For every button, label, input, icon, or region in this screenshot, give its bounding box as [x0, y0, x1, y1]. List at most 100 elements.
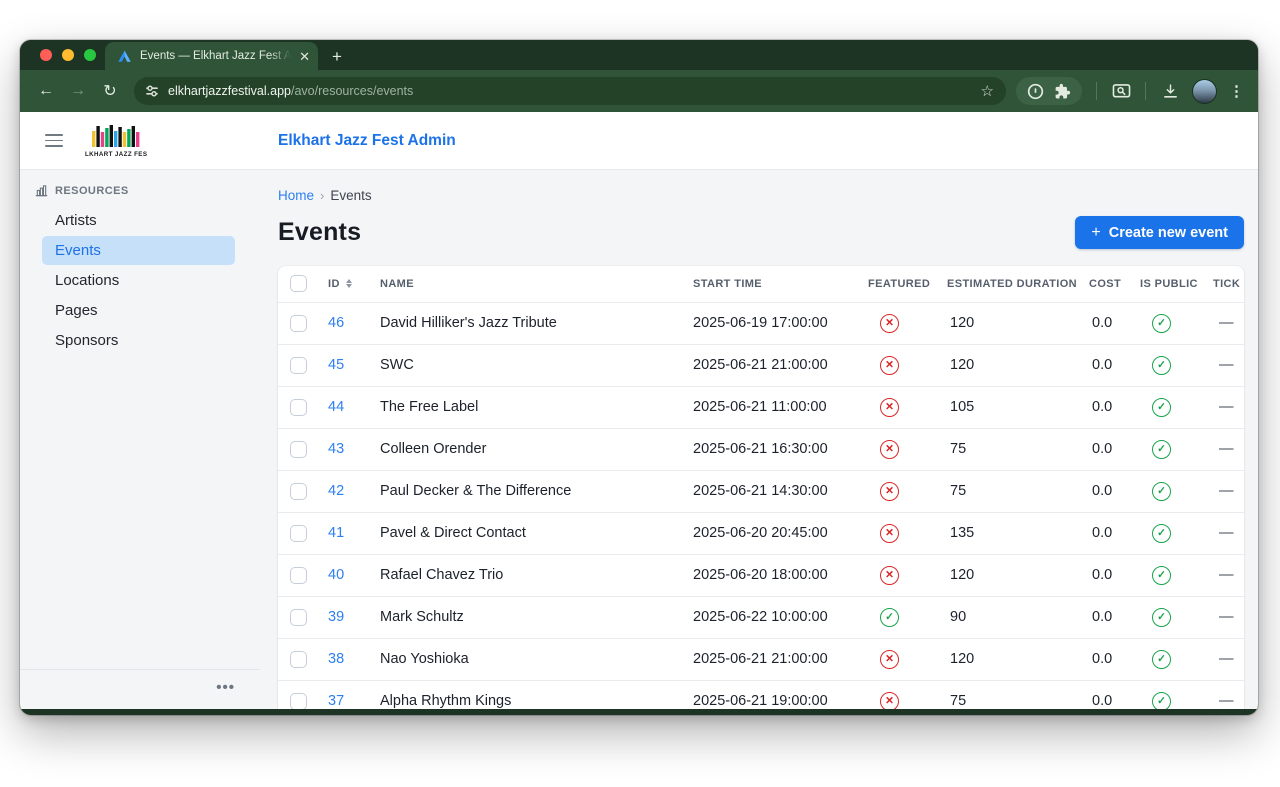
password-manager-icon[interactable]	[1027, 83, 1044, 100]
featured-status-icon: ✕	[880, 692, 899, 709]
event-ticket-value: —	[1213, 302, 1244, 344]
toolbar-separator	[1145, 82, 1146, 100]
hamburger-menu-icon[interactable]	[45, 134, 63, 146]
row-checkbox[interactable]	[290, 651, 307, 668]
piano-keys-logo-icon	[88, 123, 144, 149]
extensions-pill	[1016, 77, 1082, 105]
record-id-link[interactable]: 38	[322, 651, 344, 667]
table-row: 39 Mark Schultz 2025-06-22 10:00:00 ✓ 90…	[278, 596, 1244, 638]
record-id-link[interactable]: 44	[322, 399, 344, 415]
is-public-status-icon: ✓	[1152, 314, 1171, 333]
tab-close-icon[interactable]: ✕	[299, 50, 310, 63]
event-start-time: 2025-06-21 19:00:00	[693, 680, 868, 709]
column-header-id[interactable]: ID	[322, 266, 380, 302]
record-id-link[interactable]: 45	[322, 357, 344, 373]
row-checkbox[interactable]	[290, 693, 307, 709]
row-checkbox[interactable]	[290, 441, 307, 458]
row-checkbox[interactable]	[290, 567, 307, 584]
bar-chart-icon	[35, 184, 48, 197]
table-row: 46 David Hilliker's Jazz Tribute 2025-06…	[278, 302, 1244, 344]
tab-title: Events — Elkhart Jazz Fest Ad	[140, 50, 291, 62]
sidebar-item-events[interactable]: Events	[42, 236, 235, 265]
table-row: 37 Alpha Rhythm Kings 2025-06-21 19:00:0…	[278, 680, 1244, 709]
event-cost: 0.0	[1089, 428, 1140, 470]
event-name: Colleen Orender	[380, 428, 693, 470]
row-checkbox[interactable]	[290, 357, 307, 374]
table-row: 38 Nao Yoshioka 2025-06-21 21:00:00 ✕ 12…	[278, 638, 1244, 680]
event-ticket-value: —	[1213, 386, 1244, 428]
event-estimated-duration: 105	[947, 386, 1089, 428]
new-tab-button[interactable]: +	[332, 48, 342, 65]
site-settings-icon[interactable]	[144, 83, 160, 99]
breadcrumb: Home › Events	[278, 188, 1244, 203]
row-checkbox[interactable]	[290, 399, 307, 416]
record-id-link[interactable]: 42	[322, 483, 344, 499]
record-id-link[interactable]: 40	[322, 567, 344, 583]
record-id-link[interactable]: 46	[322, 315, 344, 331]
is-public-status-icon: ✓	[1152, 524, 1171, 543]
downloads-icon[interactable]	[1156, 77, 1184, 105]
table-row: 43 Colleen Orender 2025-06-21 16:30:00 ✕…	[278, 428, 1244, 470]
event-ticket-value: —	[1213, 470, 1244, 512]
window-minimize-button[interactable]	[62, 49, 74, 61]
sort-icon[interactable]	[346, 279, 352, 288]
row-checkbox[interactable]	[290, 483, 307, 500]
app-title[interactable]: Elkhart Jazz Fest Admin	[278, 132, 456, 150]
is-public-status-icon: ✓	[1152, 482, 1171, 501]
logo-caption: ELKHART JAZZ FEST	[85, 149, 147, 158]
event-ticket-value: —	[1213, 680, 1244, 709]
extensions-puzzle-icon[interactable]	[1054, 83, 1071, 100]
events-table: ID NAME START TIME FEATURED ESTIMATED DU…	[278, 266, 1244, 709]
event-start-time: 2025-06-21 16:30:00	[693, 428, 868, 470]
event-name: The Free Label	[380, 386, 693, 428]
window-zoom-button[interactable]	[84, 49, 96, 61]
event-name: Pavel & Direct Contact	[380, 512, 693, 554]
back-icon[interactable]: ←	[32, 77, 60, 105]
event-start-time: 2025-06-22 10:00:00	[693, 596, 868, 638]
record-id-link[interactable]: 39	[322, 609, 344, 625]
featured-status-icon: ✓	[880, 608, 899, 627]
row-checkbox[interactable]	[290, 315, 307, 332]
select-all-checkbox[interactable]	[290, 275, 307, 292]
column-header-cost: COST	[1089, 266, 1140, 302]
create-new-event-button[interactable]: + Create new event	[1075, 216, 1244, 249]
event-ticket-value: —	[1213, 428, 1244, 470]
event-estimated-duration: 75	[947, 470, 1089, 512]
browser-tab[interactable]: Events — Elkhart Jazz Fest Ad ✕	[105, 42, 318, 70]
row-checkbox[interactable]	[290, 525, 307, 542]
url-text[interactable]: elkhartjazzfestival.app/avo/resources/ev…	[168, 84, 973, 98]
chrome-menu-icon[interactable]: ⋮	[1225, 82, 1248, 100]
url-path: /avo/resources/events	[291, 84, 413, 98]
is-public-status-icon: ✓	[1152, 608, 1171, 627]
window-close-button[interactable]	[40, 49, 52, 61]
is-public-status-icon: ✓	[1152, 440, 1171, 459]
screen-search-icon[interactable]	[1107, 77, 1135, 105]
sidebar-item-pages[interactable]: Pages	[42, 296, 235, 325]
event-estimated-duration: 120	[947, 638, 1089, 680]
web-page: ELKHART JAZZ FEST Elkhart Jazz Fest Admi…	[20, 112, 1258, 709]
row-checkbox[interactable]	[290, 609, 307, 626]
forward-icon[interactable]: →	[64, 77, 92, 105]
is-public-status-icon: ✓	[1152, 650, 1171, 669]
is-public-status-icon: ✓	[1152, 692, 1171, 709]
record-id-link[interactable]: 37	[322, 693, 344, 709]
record-id-link[interactable]: 43	[322, 441, 344, 457]
events-table-card: ID NAME START TIME FEATURED ESTIMATED DU…	[278, 266, 1244, 709]
sidebar-item-artists[interactable]: Artists	[42, 206, 235, 235]
featured-status-icon: ✕	[880, 524, 899, 543]
sidebar-item-locations[interactable]: Locations	[42, 266, 235, 295]
profile-avatar[interactable]	[1192, 79, 1217, 104]
bookmark-star-icon[interactable]: ☆	[981, 82, 996, 100]
sidebar-item-sponsors[interactable]: Sponsors	[42, 326, 235, 355]
plus-icon: +	[1091, 225, 1100, 241]
event-name: Paul Decker & The Difference	[380, 470, 693, 512]
reload-icon[interactable]: ↻	[96, 77, 124, 105]
breadcrumb-home-link[interactable]: Home	[278, 188, 314, 203]
column-header-is-public: IS PUBLIC	[1140, 266, 1213, 302]
sidebar-more-button[interactable]: •••	[216, 684, 235, 692]
event-start-time: 2025-06-21 21:00:00	[693, 344, 868, 386]
featured-status-icon: ✕	[880, 440, 899, 459]
url-bar[interactable]: elkhartjazzfestival.app/avo/resources/ev…	[134, 77, 1006, 105]
record-id-link[interactable]: 41	[322, 525, 344, 541]
event-cost: 0.0	[1089, 344, 1140, 386]
